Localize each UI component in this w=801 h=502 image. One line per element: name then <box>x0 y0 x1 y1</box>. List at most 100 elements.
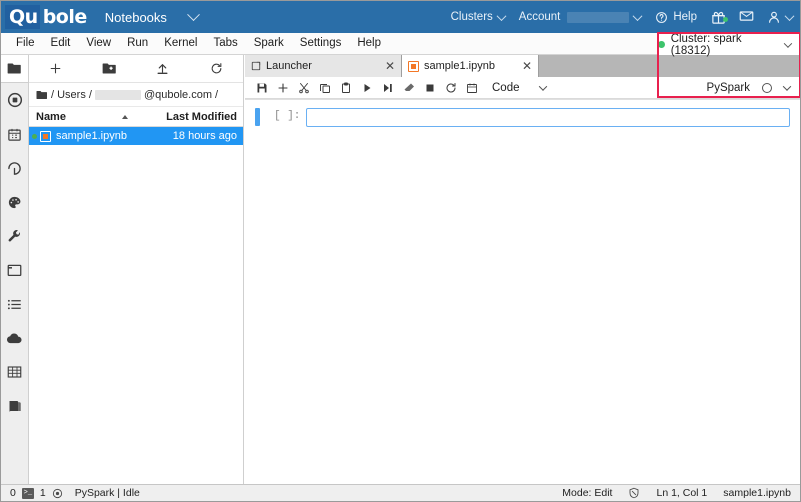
file-name-cell: sample1.ipynb <box>40 130 157 142</box>
qubole-logo[interactable]: Qu bole <box>1 1 93 33</box>
menu-settings[interactable]: Settings <box>292 33 350 54</box>
editor-mode-label: Mode: Edit <box>562 487 613 499</box>
run-all-icon[interactable] <box>377 77 398 99</box>
save-icon[interactable] <box>251 77 272 99</box>
palette-icon <box>7 195 22 210</box>
account-menu[interactable]: Account <box>518 1 643 33</box>
git-icon <box>7 161 22 176</box>
breadcrumb-segment-domain[interactable]: @qubole.com / <box>144 89 218 101</box>
status-bar-left: 0 >_ 1 PySpark | Idle <box>1 487 140 499</box>
menu-edit[interactable]: Edit <box>43 33 79 54</box>
table-icon <box>7 365 22 379</box>
tab-sample1-close-icon[interactable]: ✕ <box>522 60 532 72</box>
menu-kernel[interactable]: Kernel <box>156 33 205 54</box>
clusters-menu[interactable]: Clusters <box>451 1 507 33</box>
terminal-icon[interactable]: >_ <box>21 487 34 499</box>
tab-launcher-close-icon[interactable]: ✕ <box>385 60 395 72</box>
new-launcher-plus-icon[interactable] <box>29 55 83 83</box>
product-chevron-down-icon[interactable] <box>187 1 200 33</box>
menu-spark[interactable]: Spark <box>246 33 292 54</box>
cell-type-selector[interactable]: Code <box>492 81 547 94</box>
kernel-icon[interactable] <box>52 488 63 499</box>
help-menu[interactable]: Help <box>655 1 697 33</box>
account-chevron-down-icon <box>632 10 643 21</box>
gift-icon[interactable] <box>711 10 728 25</box>
paste-icon[interactable] <box>335 77 356 99</box>
cell-type-chevron-down-icon <box>538 81 547 91</box>
sidebar-item-toc[interactable] <box>1 287 28 321</box>
notebook-icon <box>408 60 419 72</box>
cluster-status-label: Cluster: spark (18312) <box>670 32 742 57</box>
activity-sidebar <box>1 55 29 501</box>
breadcrumb[interactable]: / Users / @qubole.com / <box>29 83 243 107</box>
sidebar-item-docs[interactable] <box>1 389 28 423</box>
file-list-header: Name Last Modified <box>29 107 243 127</box>
refresh-icon[interactable] <box>190 55 244 83</box>
logo-text-bole: bole <box>39 5 93 29</box>
menu-view[interactable]: View <box>78 33 119 54</box>
menu-help[interactable]: Help <box>349 33 389 54</box>
sidebar-item-file-browser[interactable] <box>1 55 28 83</box>
notification-off-icon[interactable] <box>628 487 640 499</box>
sidebar-item-git[interactable] <box>1 151 28 185</box>
kernel-status-label: PySpark | Idle <box>74 487 140 499</box>
sidebar-item-scheduler[interactable] <box>1 117 28 151</box>
sidebar-item-running[interactable] <box>1 83 28 117</box>
restart-icon[interactable] <box>440 77 461 99</box>
menu-file[interactable]: File <box>8 33 43 54</box>
sidebar-item-tools[interactable] <box>1 219 28 253</box>
copy-icon[interactable] <box>314 77 335 99</box>
notebook-canvas: [ ]: <box>245 99 800 484</box>
new-folder-icon[interactable] <box>83 55 137 83</box>
stop-icon[interactable] <box>419 77 440 99</box>
file-list-item[interactable]: sample1.ipynb 18 hours ago <box>29 127 243 145</box>
notebook-cell[interactable]: [ ]: <box>245 100 800 127</box>
product-title: Notebooks <box>104 9 167 25</box>
run-icon[interactable] <box>356 77 377 99</box>
tab-launcher-label: Launcher <box>266 60 312 72</box>
cell-code-input[interactable] <box>306 108 790 127</box>
tab-bar: Launcher ✕ sample1.ipynb ✕ <box>245 55 800 77</box>
sidebar-item-window[interactable] <box>1 253 28 287</box>
status-bar-right: Mode: Edit Ln 1, Col 1 sample1.ipynb <box>562 487 800 499</box>
terminals-count-label: 0 <box>10 487 16 499</box>
cell-prompt-label: [ ]: <box>274 110 301 122</box>
cell-active-indicator <box>255 108 260 126</box>
clear-outputs-eraser-icon[interactable] <box>398 77 419 99</box>
column-header-name[interactable]: Name <box>29 111 157 123</box>
sidebar-item-tables[interactable] <box>1 355 28 389</box>
feedback-flag-icon[interactable] <box>739 10 754 24</box>
kernel-idle-circle-icon <box>762 83 772 93</box>
current-filename-label: sample1.ipynb <box>723 487 791 499</box>
breadcrumb-user-redacted <box>94 89 141 100</box>
qubole-notebooks-window: Qubole Notebooks Clusters Account Help <box>0 0 801 502</box>
book-icon <box>7 399 22 413</box>
menu-tabs[interactable]: Tabs <box>205 33 245 54</box>
upload-icon[interactable] <box>136 55 190 83</box>
list-icon <box>7 298 22 311</box>
help-label: Help <box>673 11 697 23</box>
tab-sample1-label: sample1.ipynb <box>424 60 495 72</box>
sidebar-item-theme[interactable] <box>1 185 28 219</box>
gift-notification-badge <box>723 16 728 22</box>
file-running-dot-icon <box>32 133 37 139</box>
user-menu[interactable] <box>767 1 795 33</box>
account-label: Account <box>518 11 561 23</box>
sidebar-item-cloud[interactable] <box>1 321 28 355</box>
menu-run[interactable]: Run <box>119 33 156 54</box>
account-name-redacted <box>567 11 630 23</box>
add-cell-icon[interactable] <box>272 77 293 99</box>
tab-sample1-notebook[interactable]: sample1.ipynb ✕ <box>402 55 539 77</box>
cut-icon[interactable] <box>293 77 314 99</box>
running-terminals-icon <box>7 92 23 108</box>
notebook-icon <box>40 130 51 142</box>
cluster-status-dot-icon <box>658 41 665 48</box>
cluster-status-selector[interactable]: Cluster: spark (18312) <box>658 32 800 57</box>
cluster-chevron-down-icon <box>783 38 793 48</box>
tab-launcher[interactable]: Launcher ✕ <box>245 55 402 77</box>
logo-text-qu: Qu <box>5 5 40 29</box>
column-header-last-modified[interactable]: Last Modified <box>157 111 243 123</box>
schedule-icon[interactable] <box>461 77 482 99</box>
breadcrumb-segment-users[interactable]: / Users / <box>51 89 92 101</box>
kernel-indicator[interactable]: PySpark <box>707 77 800 99</box>
